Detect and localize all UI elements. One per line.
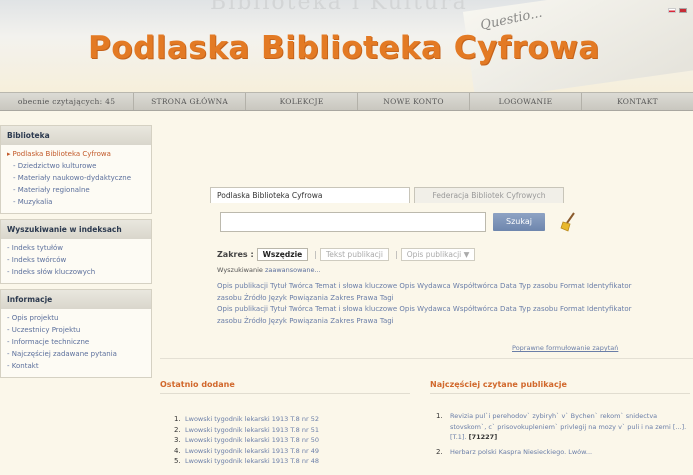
advanced-search-line: Wyszukiwanie zaawansowane... — [217, 266, 321, 274]
site-header: Biblioteka i Kultura Questio... Podlaska… — [0, 0, 693, 92]
sidebar-item-uczestnicy[interactable]: - Uczestnicy Projektu — [7, 324, 145, 336]
polish-flag-icon[interactable] — [668, 8, 676, 13]
search-fields-line[interactable]: Opis publikacji Tytuł Twórca Temat i sło… — [217, 304, 637, 327]
sidebar-box-biblioteka: Biblioteka ▸ Podlaska Biblioteka Cyfrowa … — [0, 125, 152, 214]
nav-home[interactable]: STRONA GŁÓWNA — [134, 93, 247, 110]
scope-everywhere[interactable]: Wszędzie — [256, 248, 309, 261]
latest-list: 1. Lwowski tygodnik lekarski 1913 T.8 nr … — [174, 414, 414, 467]
sidebar-heading-biblioteka: Biblioteka — [1, 126, 151, 145]
list-item[interactable]: 1. Revizia pul`i perehodov` zybiryh` v` … — [436, 411, 691, 443]
online-readers-counter: obecnie czytających: 45 — [0, 93, 135, 110]
english-flag-icon[interactable] — [679, 8, 687, 13]
sidebar-item-indeks-slow[interactable]: - Indeks słów kluczowych — [7, 266, 145, 278]
nav-new-account[interactable]: NOWE KONTO — [358, 93, 471, 110]
scope-publication-description[interactable]: Opis publikacji ▼ — [400, 248, 476, 261]
sidebar-item-muzykalia[interactable]: - Muzykalia — [7, 196, 145, 208]
nav-contact[interactable]: KONTAKT — [582, 93, 693, 110]
search-fields-line[interactable]: Opis publikacji Tytuł Twórca Temat i sło… — [217, 281, 637, 304]
nav-collections[interactable]: KOLEKCJE — [246, 93, 359, 110]
sidebar-item-indeks-tworcow[interactable]: - Indeks twórców — [7, 254, 145, 266]
language-switcher — [668, 8, 687, 13]
popular-list: 1. Revizia pul`i perehodov` zybiryh` v` … — [436, 411, 691, 461]
search-scope: Zakres : Wszędzie | Tekst publikacji | O… — [217, 248, 478, 261]
sidebar-item-opis-projektu[interactable]: - Opis projektu — [7, 312, 145, 324]
scope-publication-text[interactable]: Tekst publikacji — [319, 248, 389, 261]
sidebar-item-kontakt[interactable]: - Kontakt — [7, 360, 145, 372]
bullet-icon: ▸ — [7, 150, 11, 158]
search-tabs: Podlaska Biblioteka Cyfrowa Federacja Bi… — [210, 187, 564, 203]
tab-podlaska[interactable]: Podlaska Biblioteka Cyfrowa — [210, 187, 410, 203]
sidebar-item-faq[interactable]: - Najczęściej zadawane pytania — [7, 348, 145, 360]
advanced-search-link[interactable]: zaawansowane... — [265, 266, 321, 274]
list-item[interactable]: 4. Lwowski tygodnik lekarski 1913 T.8 nr … — [174, 446, 414, 457]
list-item[interactable]: 2. Lwowski tygodnik lekarski 1913 T.8 nr … — [174, 425, 414, 436]
sidebar-box-indeksy: Wyszukiwanie w indeksach - Indeks tytułó… — [0, 219, 152, 284]
list-item[interactable]: 3. Lwowski tygodnik lekarski 1913 T.8 nr … — [174, 435, 414, 446]
list-item[interactable]: 2. Herbarz polski Kaspra Niesieckiego. L… — [436, 447, 691, 458]
scope-separator: | — [314, 250, 317, 259]
sidebar-item-dziedzictwo[interactable]: - Dziedzictwo kulturowe — [7, 160, 145, 172]
scope-separator: | — [394, 250, 398, 259]
sidebar-item-podlaska[interactable]: ▸ Podlaska Biblioteka Cyfrowa — [7, 148, 145, 160]
list-item[interactable]: 1. Lwowski tygodnik lekarski 1913 T.8 nr … — [174, 414, 414, 425]
broom-icon[interactable] — [560, 211, 580, 233]
sidebar-heading-informacje: Informacje — [1, 290, 151, 309]
nav-login[interactable]: LOGOWANIE — [470, 93, 583, 110]
latest-heading: Ostatnio dodane — [160, 380, 235, 389]
scope-label: Zakres : — [217, 250, 254, 259]
search-input[interactable] — [220, 212, 486, 232]
tab-federacja[interactable]: Federacja Bibliotek Cyfrowych — [414, 187, 564, 203]
sidebar-item-informacje-techniczne[interactable]: - Informacje techniczne — [7, 336, 145, 348]
header-top-text: Biblioteka i Kultura — [210, 0, 468, 15]
read-count: [71227] — [468, 433, 498, 441]
sidebar: Biblioteka ▸ Podlaska Biblioteka Cyfrowa … — [0, 125, 152, 383]
main-content: Podlaska Biblioteka Cyfrowa Federacja Bi… — [160, 125, 693, 475]
sidebar-item-materialy-regionalne[interactable]: - Materiały regionalne — [7, 184, 145, 196]
divider — [160, 393, 410, 394]
query-help-link[interactable]: Poprawne formułowanie zapytań — [512, 344, 618, 352]
popular-heading: Najczęściej czytane publikacje — [430, 380, 567, 389]
sidebar-box-informacje: Informacje - Opis projektu - Uczestnicy … — [0, 289, 152, 378]
divider — [430, 393, 690, 394]
search-button[interactable]: Szukaj — [493, 213, 545, 231]
main-navigation: obecnie czytających: 45 STRONA GŁÓWNA KO… — [0, 92, 693, 111]
sidebar-heading-indeksy: Wyszukiwanie w indeksach — [1, 220, 151, 239]
sidebar-item-indeks-tytulow[interactable]: - Indeks tytułów — [7, 242, 145, 254]
sidebar-item-materialy-naukowe[interactable]: - Materiały naukowo-dydaktyczne — [7, 172, 145, 184]
site-title[interactable]: Podlaska Biblioteka Cyfrowa — [88, 30, 600, 66]
divider — [160, 358, 693, 359]
search-fields: Opis publikacji Tytuł Twórca Temat i sło… — [217, 281, 637, 327]
list-item[interactable]: 5. Lwowski tygodnik lekarski 1913 T.8 nr … — [174, 456, 414, 467]
